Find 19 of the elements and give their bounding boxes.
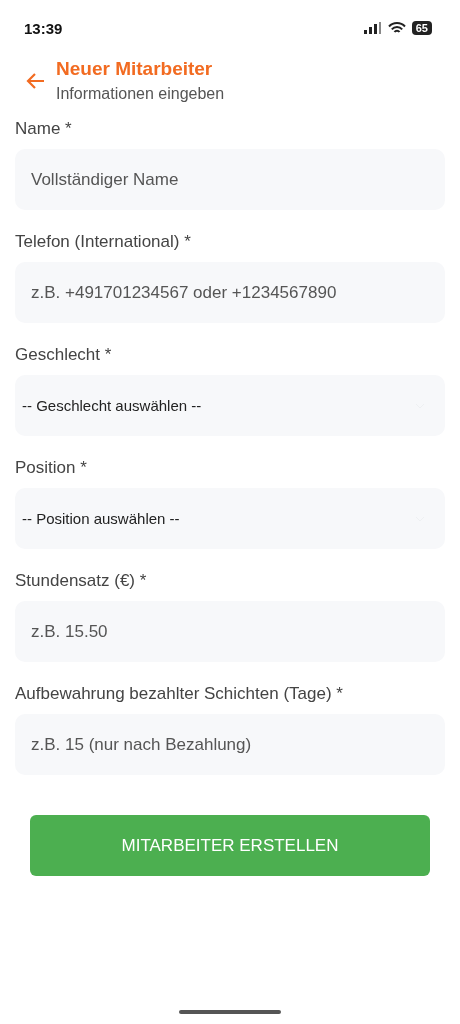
input-field[interactable]: Vollständiger Name [15,149,445,210]
status-time: 13:39 [24,19,63,37]
field-label: Name * [15,119,73,139]
field-label: Aufbewahrung bezahlter Schichten (Tage) * [15,684,344,704]
select-field[interactable]: -- Position auswählen -- [15,488,445,549]
back-button[interactable] [26,72,46,90]
battery-icon: 65 [411,21,432,35]
wifi-icon [387,21,406,35]
input-field[interactable]: z.B. 15 (nur nach Bezahlung) [15,714,445,775]
select-field[interactable]: -- Geschlecht auswählen -- [15,375,445,436]
field-label: Stundensatz (€) * [15,571,148,591]
field-label: Position * [15,458,88,478]
input-field[interactable]: z.B. 15.50 [15,601,445,662]
input-field[interactable]: z.B. +491701234567 oder +1234567890 [15,262,445,323]
signal-icon [363,22,382,34]
page-title: Neuer Mitarbeiter [56,58,214,80]
page-subtitle: Informationen eingeben [56,85,225,103]
field-label: Telefon (International) * [15,232,192,252]
field-label: Geschlecht * [15,345,113,365]
